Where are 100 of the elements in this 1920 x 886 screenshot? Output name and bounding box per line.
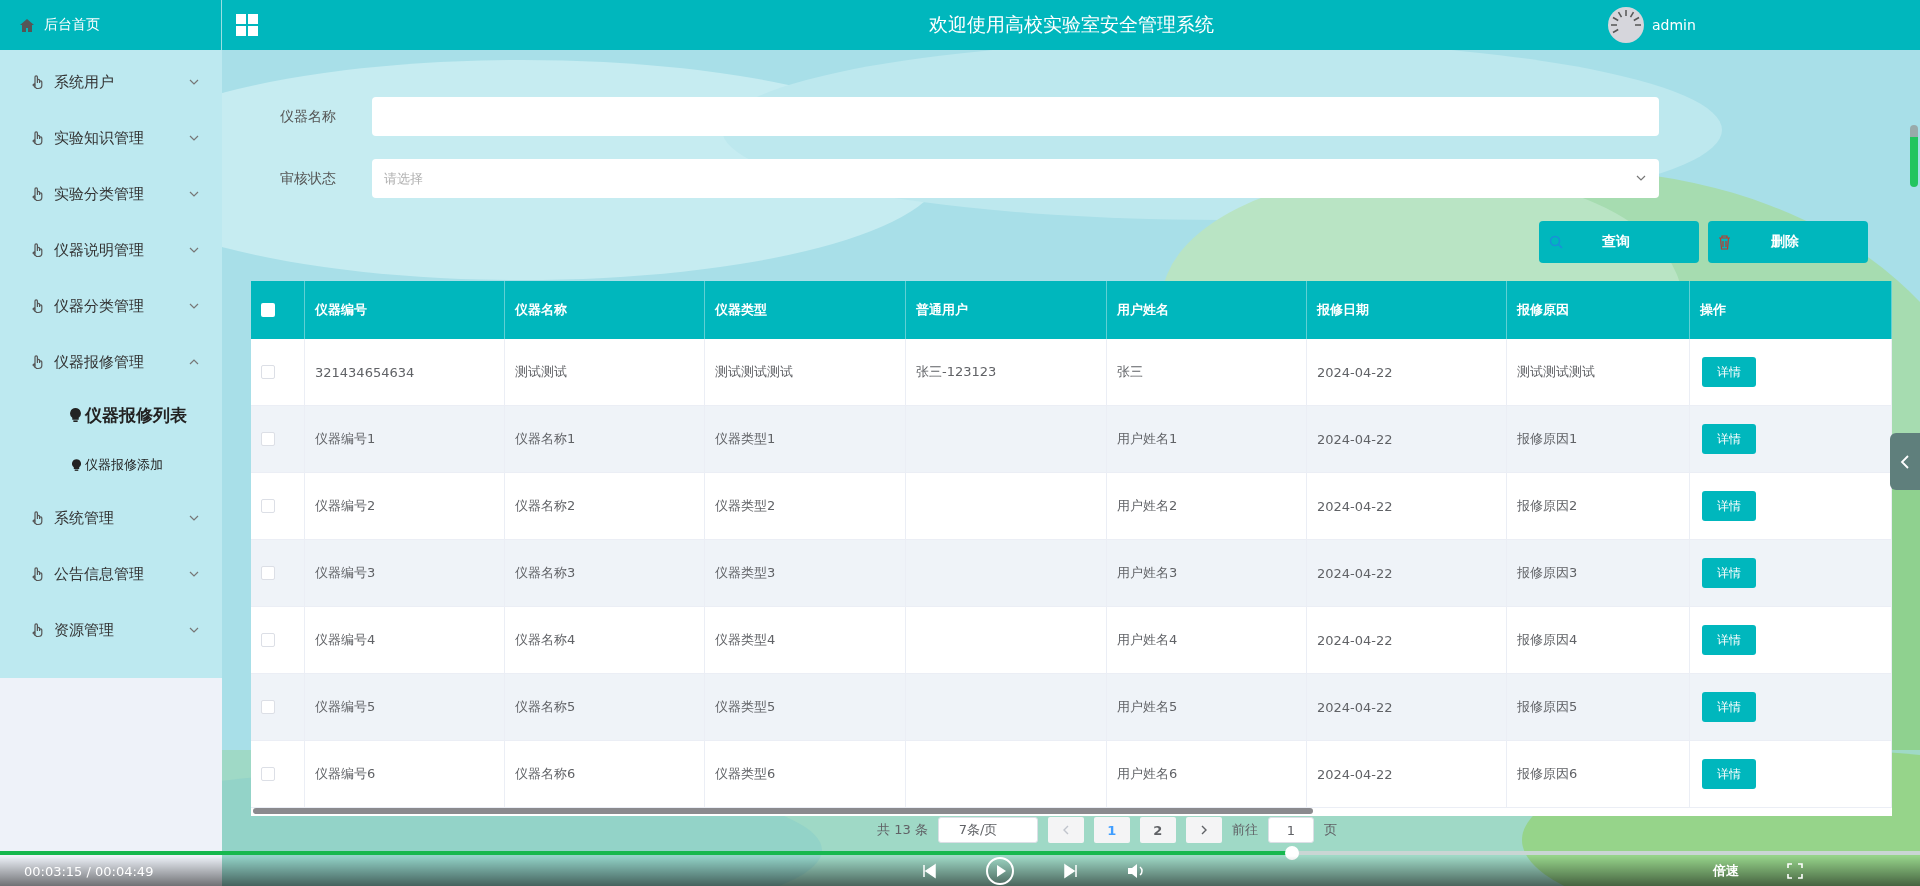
status-select[interactable]: 请选择 xyxy=(372,159,1659,198)
hand-pointer-icon xyxy=(30,130,44,146)
table-cell: 用户姓名1 xyxy=(1107,406,1307,473)
chevron-right-icon xyxy=(1199,825,1208,835)
chevron-left-icon xyxy=(1061,825,1070,835)
hand-pointer-icon xyxy=(30,510,44,526)
sidebar-item[interactable]: 仪器报修管理 xyxy=(0,334,222,390)
name-input-field[interactable] xyxy=(372,97,1659,136)
sidebar-item[interactable]: 仪器分类管理 xyxy=(0,278,222,334)
field-label: 审核状态 xyxy=(280,169,337,188)
search-icon xyxy=(1549,235,1563,249)
field-label: 仪器名称 xyxy=(280,107,337,126)
row-checkbox[interactable] xyxy=(261,633,275,647)
table-cell: 2024-04-22 xyxy=(1307,406,1507,473)
table-cell: 仪器类型4 xyxy=(705,607,906,674)
table-cell: 测试测试测试 xyxy=(1507,339,1690,406)
sidebar-subitem[interactable]: 仪器报修列表 xyxy=(0,390,222,440)
hand-pointer-icon xyxy=(30,622,44,638)
scrollbar-thumb[interactable] xyxy=(1910,125,1918,187)
sidebar-item[interactable]: 实验知识管理 xyxy=(0,110,222,166)
table-cell: 测试测试测试 xyxy=(705,339,906,406)
column-header: 操作 xyxy=(1700,301,1726,319)
table-cell: 报修原因6 xyxy=(1507,741,1690,808)
table-cell: 2024-04-22 xyxy=(1307,674,1507,741)
next-icon[interactable] xyxy=(1063,863,1080,879)
previous-icon[interactable] xyxy=(921,863,938,879)
hand-pointer-icon xyxy=(30,74,44,90)
bulb-icon xyxy=(70,408,81,422)
table-cell: 仪器名称1 xyxy=(505,406,705,473)
table-cell: 仪器类型3 xyxy=(705,540,906,607)
table-cell: 报修原因1 xyxy=(1507,406,1690,473)
column-header: 报修原因 xyxy=(1517,301,1569,319)
prev-page-button[interactable] xyxy=(1047,817,1084,843)
table-cell: 仪器名称5 xyxy=(505,674,705,741)
next-page-button[interactable] xyxy=(1185,817,1222,843)
table-cell: 报修原因3 xyxy=(1507,540,1690,607)
table-cell: 用户姓名4 xyxy=(1107,607,1307,674)
hand-pointer-icon xyxy=(30,298,44,314)
table-cell: 仪器类型5 xyxy=(705,674,906,741)
sidebar-item[interactable]: 仪器说明管理 xyxy=(0,222,222,278)
column-header: 普通用户 xyxy=(916,301,968,319)
sidebar-item[interactable]: 资源管理 xyxy=(0,602,222,658)
table-cell: 仪器编号4 xyxy=(305,607,505,674)
table-cell: 仪器名称4 xyxy=(505,607,705,674)
row-checkbox[interactable] xyxy=(261,700,275,714)
goto-label: 前往 xyxy=(1231,821,1258,839)
column-header: 仪器名称 xyxy=(515,301,567,319)
column-header: 用户姓名 xyxy=(1117,301,1169,319)
total-count: 共 13 条 xyxy=(877,821,928,839)
volume-icon[interactable] xyxy=(1127,863,1146,879)
table-cell: 仪器类型6 xyxy=(705,741,906,808)
table-cell: 仪器编号3 xyxy=(305,540,505,607)
home-icon xyxy=(20,18,34,32)
table-cell: 报修原因2 xyxy=(1507,473,1690,540)
scrollbar-thumb[interactable] xyxy=(253,808,1313,814)
sidebar-item[interactable]: 公告信息管理 xyxy=(0,546,222,602)
row-checkbox[interactable] xyxy=(261,499,275,513)
table-cell: 用户姓名6 xyxy=(1107,741,1307,808)
select-all-checkbox[interactable] xyxy=(261,303,275,317)
fullscreen-icon[interactable] xyxy=(1787,863,1804,879)
sidebar-item[interactable]: 系统用户 xyxy=(0,54,222,110)
table-cell: 仪器编号5 xyxy=(305,674,505,741)
table-cell: 仪器类型2 xyxy=(705,473,906,540)
table-cell: 用户姓名3 xyxy=(1107,540,1307,607)
table-cell: 2024-04-22 xyxy=(1307,741,1507,808)
speed-button[interactable]: 倍速 xyxy=(1713,862,1740,880)
hand-pointer-icon xyxy=(30,242,44,258)
chevron-left-icon xyxy=(1900,453,1910,470)
table-cell: 2024-04-22 xyxy=(1307,473,1507,540)
column-header: 仪器类型 xyxy=(715,301,767,319)
table-cell: 张三 xyxy=(1107,339,1307,406)
page-number[interactable]: 2 xyxy=(1139,817,1176,843)
table-cell: 报修原因5 xyxy=(1507,674,1690,741)
play-icon[interactable] xyxy=(985,856,1016,886)
table-cell: 仪器编号6 xyxy=(305,741,505,808)
table-cell: 报修原因4 xyxy=(1507,607,1690,674)
table-cell: 321434654634 xyxy=(305,339,505,406)
table-cell: 测试测试 xyxy=(505,339,705,406)
goto-page-field[interactable]: 1 xyxy=(1267,817,1314,843)
column-header: 仪器编号 xyxy=(315,301,367,319)
row-checkbox[interactable] xyxy=(261,566,275,580)
row-checkbox[interactable] xyxy=(261,365,275,379)
row-checkbox[interactable] xyxy=(261,767,275,781)
table-cell: 仪器名称2 xyxy=(505,473,705,540)
avatar-icon xyxy=(1608,7,1644,43)
table-cell: 仪器类型1 xyxy=(705,406,906,473)
bulb-icon xyxy=(72,459,81,471)
page-suffix: 页 xyxy=(1323,821,1337,839)
page-size-select[interactable]: 7条/页 xyxy=(937,817,1038,843)
row-checkbox[interactable] xyxy=(261,432,275,446)
sidebar-item[interactable]: 实验分类管理 xyxy=(0,166,222,222)
table-cell: 2024-04-22 xyxy=(1307,339,1507,406)
hand-pointer-icon xyxy=(30,566,44,582)
collapse-tab[interactable] xyxy=(1890,433,1920,490)
table-cell: 仪器名称3 xyxy=(505,540,705,607)
trash-icon xyxy=(1718,234,1731,250)
sidebar-item[interactable]: 系统管理 xyxy=(0,490,222,546)
grid-menu-icon[interactable] xyxy=(236,14,258,36)
sidebar-subitem[interactable]: 仪器报修添加 xyxy=(0,440,222,490)
playback-time: 00:03:15 / 00:04:49 xyxy=(24,863,154,879)
